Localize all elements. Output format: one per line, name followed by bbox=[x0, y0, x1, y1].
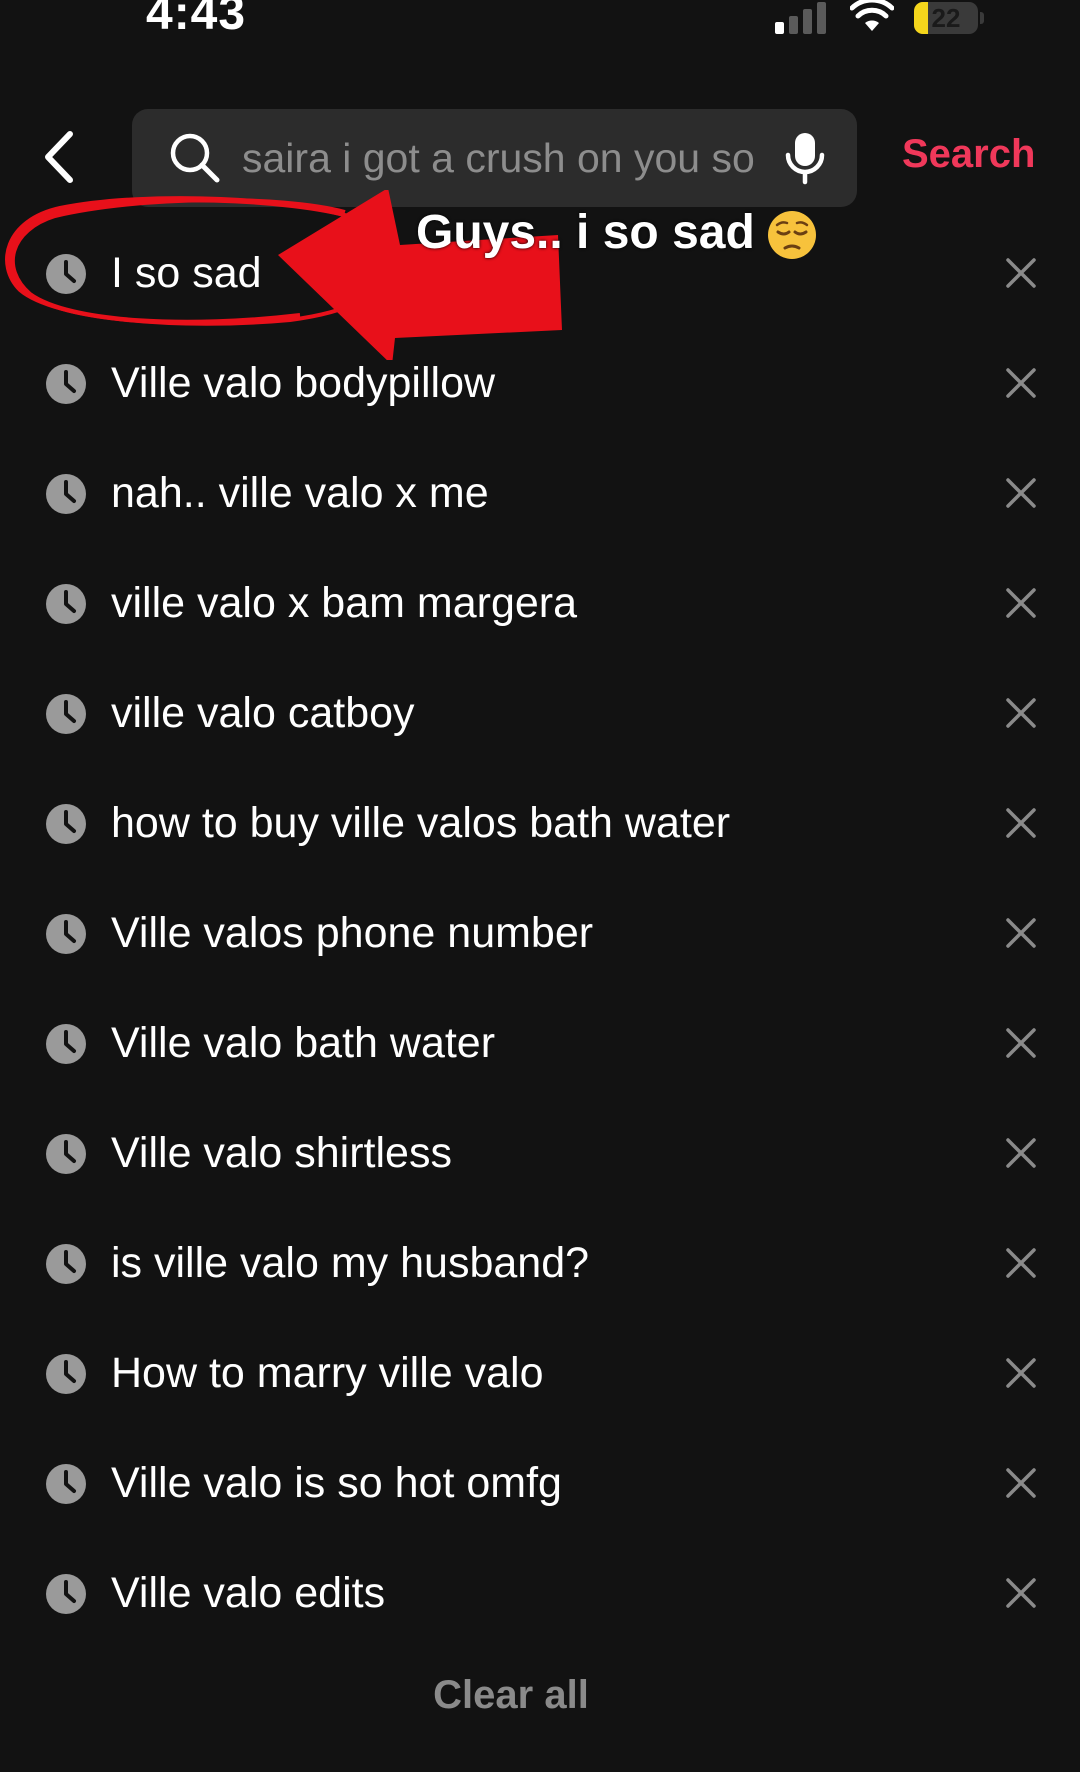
overlay-caption: Guys.. i so sad bbox=[416, 206, 755, 259]
history-item[interactable]: is ville valo my husband? bbox=[0, 1208, 1080, 1318]
cellular-signal-icon bbox=[775, 2, 826, 34]
wifi-icon bbox=[850, 0, 894, 31]
microphone-icon[interactable] bbox=[784, 131, 826, 185]
history-item[interactable]: ville valo x bam margera bbox=[0, 548, 1080, 658]
history-item[interactable]: how to buy ville valos bath water bbox=[0, 768, 1080, 878]
close-icon[interactable] bbox=[1004, 1576, 1038, 1610]
history-item-label: ville valo catboy bbox=[111, 689, 415, 737]
search-button[interactable]: Search bbox=[902, 132, 1035, 177]
history-item[interactable]: ville valo catboy bbox=[0, 658, 1080, 768]
history-item-label: is ville valo my husband? bbox=[111, 1239, 590, 1287]
close-icon[interactable] bbox=[1004, 1026, 1038, 1060]
close-icon[interactable] bbox=[1004, 696, 1038, 730]
clock-icon bbox=[46, 1024, 86, 1064]
clock-icon bbox=[46, 474, 86, 514]
close-icon[interactable] bbox=[1004, 586, 1038, 620]
history-item-label: Ville valo shirtless bbox=[111, 1129, 452, 1177]
clock-icon bbox=[46, 364, 86, 404]
history-item[interactable]: nah.. ville valo x me bbox=[0, 438, 1080, 548]
status-time: 4:43 bbox=[146, 0, 247, 40]
close-icon[interactable] bbox=[1004, 256, 1038, 290]
history-item-label: Ville valos phone number bbox=[111, 909, 594, 957]
clock-icon bbox=[46, 1574, 86, 1614]
clear-all-button[interactable]: Clear all bbox=[0, 1673, 1022, 1718]
history-item-label: How to marry ville valo bbox=[111, 1349, 544, 1397]
clock-icon bbox=[46, 1244, 86, 1284]
search-icon bbox=[170, 133, 220, 183]
search-history-list: I so sad Ville valo bodypillow nah.. ville… bbox=[0, 218, 1080, 1648]
battery-indicator: 22 bbox=[914, 0, 984, 36]
status-bar: 4:43 22 bbox=[0, 0, 1080, 60]
history-item[interactable]: Ville valo is so hot omfg bbox=[0, 1428, 1080, 1538]
back-button[interactable] bbox=[36, 126, 86, 188]
history-item[interactable]: Ville valo shirtless bbox=[0, 1098, 1080, 1208]
clock-icon bbox=[46, 914, 86, 954]
pensive-face-emoji bbox=[768, 211, 816, 259]
close-icon[interactable] bbox=[1004, 806, 1038, 840]
history-item[interactable]: How to marry ville valo bbox=[0, 1318, 1080, 1428]
history-item-label: Ville valo bath water bbox=[111, 1019, 496, 1067]
clock-icon bbox=[46, 694, 86, 734]
clock-icon bbox=[46, 1354, 86, 1394]
close-icon[interactable] bbox=[1004, 1466, 1038, 1500]
clock-icon bbox=[46, 584, 86, 624]
clock-icon bbox=[46, 1134, 86, 1174]
close-icon[interactable] bbox=[1004, 1136, 1038, 1170]
clock-icon bbox=[46, 1464, 86, 1504]
history-item-label: ville valo x bam margera bbox=[111, 579, 578, 627]
close-icon[interactable] bbox=[1004, 1246, 1038, 1280]
close-icon[interactable] bbox=[1004, 476, 1038, 510]
history-item[interactable]: Ville valos phone number bbox=[0, 878, 1080, 988]
close-icon[interactable] bbox=[1004, 1356, 1038, 1390]
history-item-label: how to buy ville valos bath water bbox=[111, 799, 731, 847]
battery-level: 22 bbox=[931, 3, 961, 33]
clock-icon bbox=[46, 804, 86, 844]
close-icon[interactable] bbox=[1004, 916, 1038, 950]
close-icon[interactable] bbox=[1004, 366, 1038, 400]
history-item-label: Ville valo edits bbox=[111, 1569, 386, 1617]
history-item[interactable]: Ville valo edits bbox=[0, 1538, 1080, 1648]
history-item[interactable]: Ville valo bath water bbox=[0, 988, 1080, 1098]
history-item-label: nah.. ville valo x me bbox=[111, 469, 489, 517]
history-item-label: Ville valo is so hot omfg bbox=[111, 1459, 562, 1507]
